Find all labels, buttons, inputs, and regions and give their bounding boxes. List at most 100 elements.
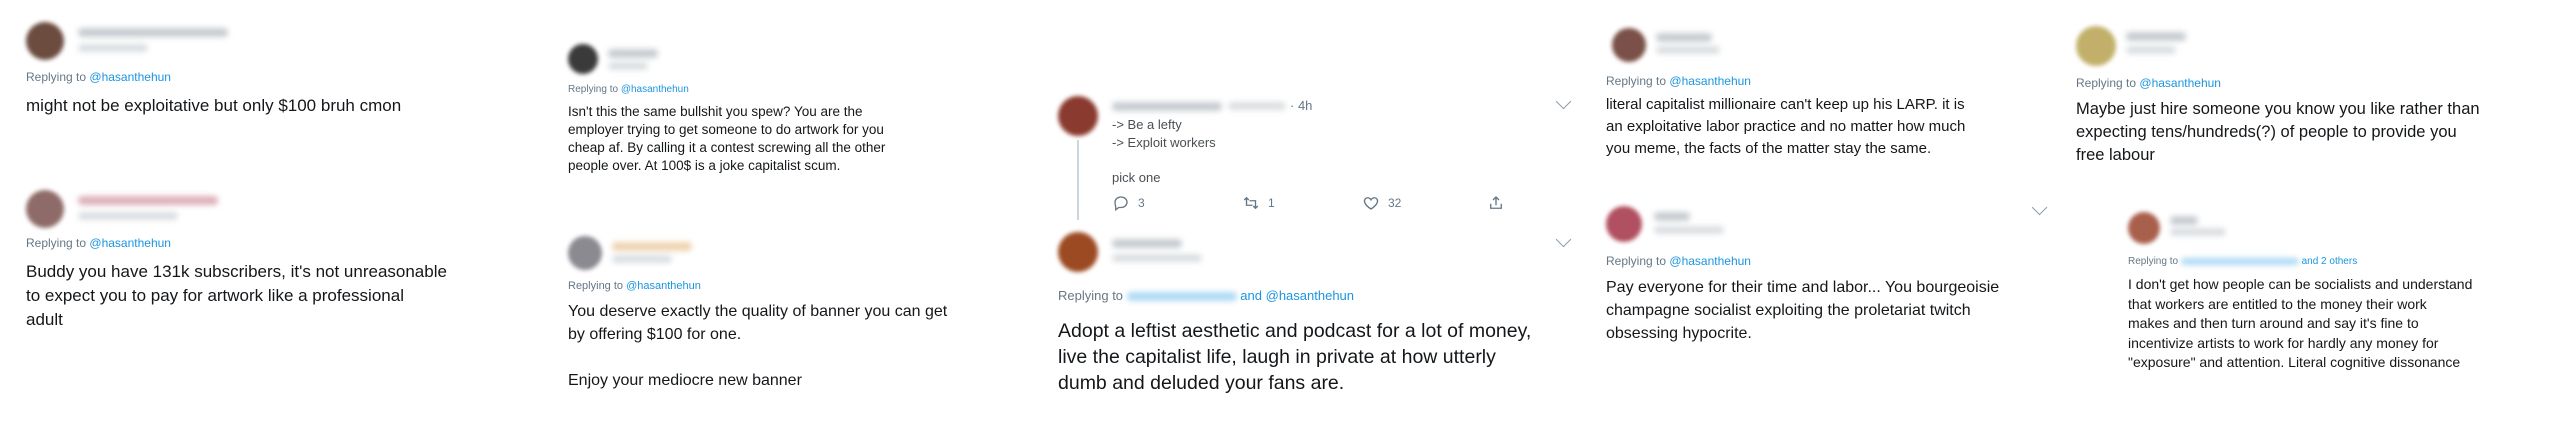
replying-to: Replying to @hasanthehun	[568, 84, 1008, 95]
blurred-handle	[1654, 226, 1724, 234]
tweet-card[interactable]: Replying to and 2 others I don't get how…	[2128, 212, 2548, 373]
replying-to: Replying to and 2 others	[2128, 256, 2548, 267]
tweet-card[interactable]: Replying to @hasanthehun Buddy you have …	[26, 190, 496, 332]
tweet-text: -> Be a lefty -> Exploit workers pick on…	[1112, 117, 1216, 185]
avatar[interactable]	[26, 190, 64, 228]
tweet-text: I don't get how people can be socialists…	[2128, 276, 2473, 370]
replying-to: Replying to @hasanthehun	[568, 280, 1008, 292]
blurred-handle	[78, 212, 178, 220]
replying-to: Replying to @hasanthehun	[2076, 76, 2536, 90]
reply-button[interactable]: 3	[1112, 194, 1242, 212]
screenshot-column-1: Replying to @hasanthehun might not be ex…	[26, 0, 506, 424]
replying-prefix: Replying to	[568, 280, 624, 292]
blurred-display-name	[1654, 212, 1690, 221]
reply-count: 3	[1138, 196, 1145, 210]
blurred-display-name	[1112, 239, 1182, 248]
chevron-down-icon[interactable]	[1555, 231, 1572, 248]
avatar[interactable]	[1612, 28, 1646, 62]
tweet-card[interactable]: · 4h -> Be a lefty -> Exploit workers pi…	[1058, 93, 1578, 224]
tweet-card[interactable]: Replying to @hasanthehun Maybe just hire…	[2076, 26, 2536, 167]
retweet-button[interactable]: 1	[1242, 194, 1362, 212]
blurred-handle	[2126, 46, 2176, 54]
mention-joiner: and	[1240, 288, 1262, 303]
like-icon	[1363, 197, 1379, 210]
replying-prefix: Replying to	[2076, 76, 2137, 90]
replying-prefix: Replying to	[26, 70, 87, 84]
screenshot-column-3: · 4h -> Be a lefty -> Exploit workers pi…	[1058, 0, 1588, 424]
mention-link[interactable]: @hasanthehun	[89, 70, 171, 84]
tweet-text: Pay everyone for their time and labor...…	[1606, 279, 2000, 342]
replying-to: Replying to @hasanthehun	[1606, 254, 2046, 268]
blurred-handle	[1228, 102, 1286, 110]
screenshot-column-2: Replying to @hasanthehun Isn't this the …	[568, 0, 1018, 424]
chevron-down-icon[interactable]	[2031, 199, 2048, 216]
blurred-display-name	[78, 28, 228, 37]
tweet-header	[26, 190, 496, 236]
screenshot-column-4: Replying to @hasanthehun literal capital…	[1606, 0, 2066, 424]
avatar[interactable]	[2128, 212, 2160, 244]
tweet-text: literal capitalist millionaire can't kee…	[1606, 96, 1966, 157]
tweet-text: Buddy you have 131k subscribers, it's no…	[26, 262, 447, 329]
mention-link[interactable]: @hasanthehun	[621, 84, 689, 95]
avatar[interactable]	[1058, 96, 1098, 136]
blurred-display-name	[612, 242, 692, 251]
tweet-card[interactable]: Replying to @hasanthehun literal capital…	[1606, 28, 2046, 160]
tweet-header	[1606, 199, 2048, 254]
and-others-link[interactable]: and 2 others	[2302, 256, 2358, 267]
mention-link[interactable]: @hasanthehun	[89, 236, 171, 250]
like-count: 32	[1388, 196, 1402, 210]
tweet-text: Maybe just hire someone you know you lik…	[2076, 100, 2480, 164]
tweet-timestamp[interactable]: · 4h	[1290, 98, 1312, 113]
replying-to: Replying to @hasanthehun	[26, 70, 496, 84]
mention-link[interactable]: @hasanthehun	[1669, 74, 1751, 88]
share-icon	[1490, 196, 1502, 209]
tweet-card[interactable]: Replying to @hasanthehun You deserve exa…	[568, 236, 1008, 392]
mention-link[interactable]: @hasanthehun	[1669, 254, 1751, 268]
reply-icon	[1114, 196, 1128, 212]
tweet-text: might not be exploitative but only $100 …	[26, 96, 402, 115]
replying-prefix: Replying to	[1606, 74, 1667, 88]
tweet-header	[2128, 212, 2548, 256]
tweet-card[interactable]: Replying to @hasanthehun might not be ex…	[26, 22, 496, 118]
tweet-card[interactable]: Replying to @hasanthehun Pay everyone fo…	[1606, 199, 2048, 345]
tweet-header	[568, 236, 1008, 278]
blurred-handle	[2170, 228, 2226, 236]
mention-link[interactable]: @hasanthehun	[2139, 76, 2221, 90]
replying-to: Replying to @hasanthehun	[26, 236, 496, 250]
tweet-card[interactable]: Replying to @hasanthehun Isn't this the …	[568, 44, 1008, 175]
blurred-display-name	[1656, 33, 1712, 42]
tweet-text: You deserve exactly the quality of banne…	[568, 303, 948, 389]
avatar[interactable]	[2076, 26, 2116, 66]
avatar[interactable]	[1058, 232, 1098, 272]
blurred-display-name	[608, 49, 658, 58]
blurred-handle	[608, 62, 648, 70]
blurred-handle	[1656, 46, 1720, 54]
replying-prefix: Replying to	[568, 84, 619, 95]
mention-link[interactable]: @hasanthehun	[1266, 288, 1354, 303]
replying-prefix: Replying to	[2128, 256, 2179, 267]
replying-prefix: Replying to	[1606, 254, 1667, 268]
replying-to: Replying to @hasanthehun	[1606, 74, 2046, 88]
tweet-text: Adopt a leftist aesthetic and podcast fo…	[1058, 320, 1532, 394]
tweet-actions-bar: 3 1 32	[1112, 194, 1552, 212]
tweet-text: Isn't this the same bullshit you spew? Y…	[568, 104, 886, 173]
tweet-header	[1606, 28, 2046, 72]
blurred-handle	[78, 44, 148, 52]
blurred-display-name	[2170, 216, 2198, 225]
replying-prefix: Replying to	[26, 236, 87, 250]
avatar[interactable]	[568, 44, 598, 74]
blurred-mention	[2180, 257, 2299, 265]
chevron-down-icon[interactable]	[1555, 93, 1572, 110]
replying-to: Replying to and @hasanthehun	[1058, 288, 1354, 303]
avatar[interactable]	[1606, 206, 1642, 242]
share-button[interactable]	[1487, 194, 1505, 212]
avatar[interactable]	[568, 236, 602, 270]
like-button[interactable]: 32	[1362, 194, 1487, 212]
mention-link[interactable]: @hasanthehun	[626, 280, 701, 292]
blurred-display-name	[2126, 32, 2186, 41]
avatar[interactable]	[26, 22, 64, 60]
tweet-header	[2076, 26, 2536, 72]
blurred-handle	[612, 255, 672, 263]
blurred-handle	[1112, 254, 1202, 262]
blurred-display-name	[1112, 102, 1222, 111]
